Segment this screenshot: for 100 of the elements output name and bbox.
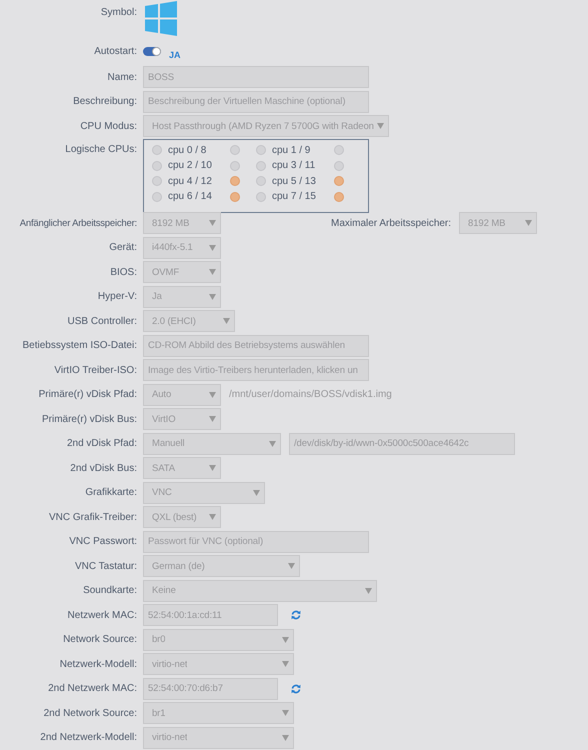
toggle-switch[interactable] — [143, 46, 161, 56]
text-field[interactable]: Passwort für VNC (optional) — [143, 530, 369, 552]
cpu-checkbox[interactable] — [152, 145, 162, 155]
field-label: Network Source: — [62, 634, 137, 645]
field-label: 2nd Netzwerk MAC: — [47, 683, 137, 694]
field-label: Netzwerk MAC: — [66, 610, 137, 620]
field-label: Anfänglicher Arbeitsspeicher: — [18, 218, 137, 228]
cpu-checkbox[interactable] — [256, 192, 266, 202]
cpu-checkbox[interactable] — [334, 176, 344, 186]
caret-icon — [209, 294, 216, 300]
caret-icon — [209, 465, 216, 471]
field-label: Maximaler Arbeitsspeicher: — [331, 218, 452, 228]
cpu-label: cpu 5 / 13 — [272, 176, 317, 186]
field-label: Name: — [106, 72, 137, 82]
cpu-checkbox[interactable] — [230, 145, 240, 155]
field-label: Hyper-V: — [96, 291, 137, 302]
cpu-checkbox[interactable] — [334, 160, 344, 170]
dropdown[interactable]: Manuell — [143, 432, 281, 454]
field-label: USB Controller: — [66, 316, 137, 326]
cpu-checkbox[interactable] — [334, 145, 344, 155]
dropdown[interactable]: Auto — [143, 384, 221, 406]
text-field[interactable]: Beschreibung der Virtuellen Maschine (optional) — [143, 90, 369, 112]
field-label: 2nd vDisk Pfad: — [66, 438, 137, 449]
caret-icon — [209, 392, 216, 398]
field-label: VNC Tastatur: — [74, 560, 137, 572]
path-field[interactable]: /dev/disk/by-id/wwn-0x5000c500ace4642c — [289, 432, 515, 454]
dropdown[interactable]: Ja — [143, 286, 221, 308]
caret-icon — [269, 440, 276, 446]
cpu-checkbox[interactable] — [230, 192, 240, 202]
refresh-icon[interactable] — [291, 684, 301, 694]
caret-icon — [223, 318, 230, 324]
dropdown[interactable]: virtio-net — [143, 726, 294, 748]
cpu-label: cpu 4 / 12 — [168, 176, 213, 186]
cpu-checkbox[interactable] — [152, 176, 162, 186]
mac-field[interactable]: 52:54:00:70:d6:b7 — [143, 678, 278, 700]
cpu-checkbox[interactable] — [256, 145, 266, 155]
text-field[interactable]: BOSS — [143, 66, 369, 88]
field-label: Grafikkarte: — [84, 487, 137, 498]
cpu-label: cpu 6 / 14 — [168, 191, 213, 202]
field-label: CPU Modus: — [79, 120, 137, 132]
field-label: 2nd Netzwerk-Modell: — [39, 732, 137, 743]
cpu-checkbox[interactable] — [152, 192, 162, 202]
field-label: Symbol: — [100, 6, 137, 18]
dropdown[interactable]: Host Passthrough (AMD Ryzen 7 5700G with Radeon — [143, 115, 389, 137]
cpu-label: cpu 0 / 8 — [168, 144, 208, 156]
dropdown[interactable]: Keine — [143, 580, 377, 602]
dropdown[interactable]: virtio-net — [143, 653, 294, 675]
dropdown[interactable]: VirtIO — [143, 408, 221, 430]
caret-icon — [209, 269, 216, 275]
dropdown[interactable]: QXL (best) — [143, 506, 221, 528]
path-text: /mnt/user/domains/BOSS/vdisk1.img — [229, 389, 392, 400]
windows-logo-icon — [145, 1, 177, 36]
mac-field[interactable]: 52:54:00:1a:cd:11 — [143, 604, 278, 626]
field-label: VirtIO Treiber-ISO: — [53, 364, 137, 376]
caret-icon — [209, 220, 216, 226]
caret-icon — [209, 514, 216, 520]
dropdown[interactable]: br0 — [143, 628, 294, 650]
field-label: Primäre(r) vDisk Pfad: — [38, 389, 137, 400]
dropdown[interactable]: OVMF — [143, 261, 221, 283]
text-field[interactable]: Image des Virtio-Treibers herunterladen, klicken un — [143, 359, 369, 381]
cpu-label: cpu 2 / 10 — [168, 160, 213, 171]
dropdown[interactable]: SATA — [143, 457, 221, 479]
cpu-checkbox[interactable] — [256, 176, 266, 186]
field-label: Beschreibung: — [72, 96, 137, 107]
dropdown[interactable]: German (de) — [143, 555, 300, 577]
cpu-label: cpu 1 / 9 — [272, 144, 312, 156]
caret-icon — [209, 244, 216, 250]
field-label: 2nd Network Source: — [42, 708, 137, 718]
caret-icon — [253, 490, 260, 496]
cpu-checkbox[interactable] — [230, 176, 240, 186]
cpu-checkbox[interactable] — [334, 192, 344, 202]
cpu-checkbox[interactable] — [256, 160, 266, 170]
dropdown[interactable]: 8192 MB — [459, 212, 538, 234]
caret-icon — [282, 636, 289, 642]
caret-icon — [282, 661, 289, 667]
field-label: Autostart: — [93, 46, 137, 57]
caret-icon — [282, 734, 289, 740]
cpu-checkbox[interactable] — [152, 160, 162, 170]
field-label: Logische CPUs: — [64, 143, 137, 156]
dropdown[interactable]: i440fx-5.1 — [143, 236, 221, 258]
field-label: 2nd vDisk Bus: — [69, 462, 137, 474]
dropdown[interactable]: VNC — [143, 482, 265, 504]
caret-icon — [365, 588, 372, 594]
dropdown[interactable]: 2.0 (EHCI) — [143, 310, 235, 332]
dropdown[interactable]: br1 — [143, 702, 294, 724]
cpu-checkbox[interactable] — [230, 160, 240, 170]
toggle-label: JA — [169, 50, 181, 60]
caret-icon — [282, 710, 289, 716]
caret-icon — [288, 563, 295, 569]
dropdown[interactable]: 8192 MB — [143, 212, 221, 234]
refresh-icon[interactable] — [291, 610, 301, 620]
caret-icon — [377, 123, 384, 129]
caret-icon — [525, 220, 532, 226]
field-label: VNC Grafik-Treiber: — [48, 512, 137, 522]
field-label: Primäre(r) vDisk Bus: — [40, 414, 137, 424]
field-label: VNC Passwort: — [68, 536, 137, 547]
caret-icon — [209, 416, 216, 422]
field-label: Netzwerk-Modell: — [58, 658, 137, 670]
text-field[interactable]: CD-ROM Abbild des Betriebsystems auswählen — [143, 334, 369, 356]
cpu-label: cpu 7 / 15 — [272, 191, 317, 202]
